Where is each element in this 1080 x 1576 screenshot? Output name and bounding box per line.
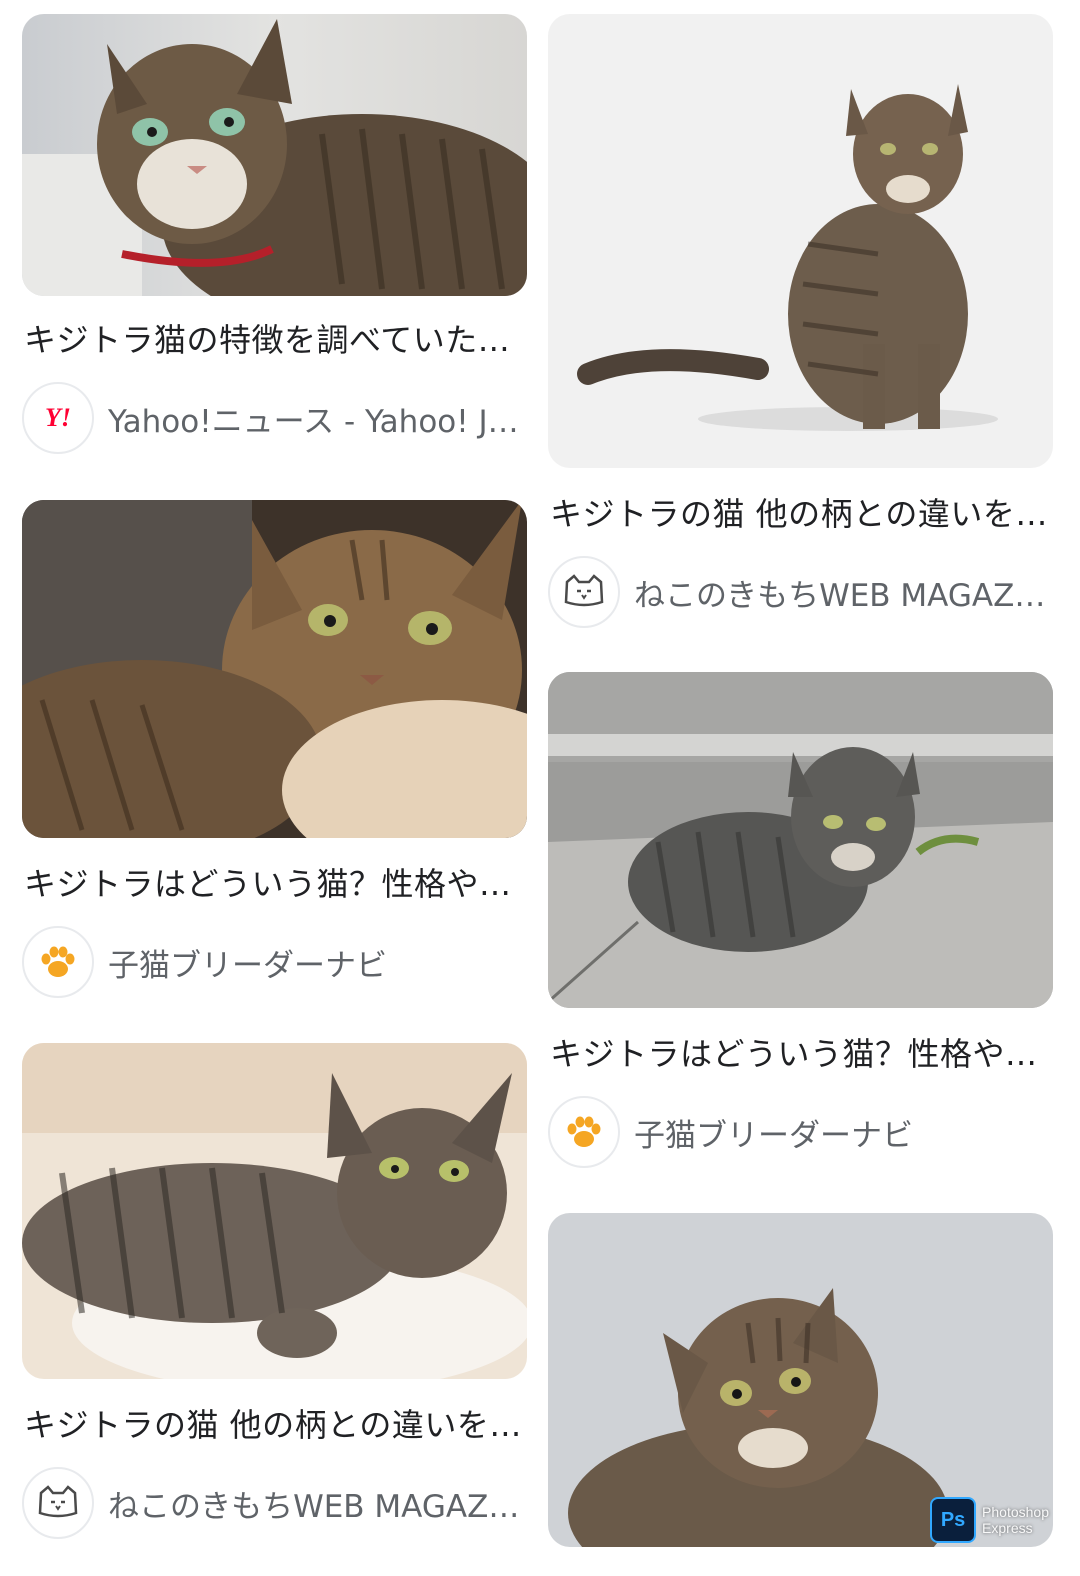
image-result-card[interactable]: キジトラの猫 他の柄との違いを… ねこのきもちWEB MAGAZI… xyxy=(22,1043,527,1539)
result-thumbnail[interactable] xyxy=(548,672,1053,1008)
result-title[interactable]: キジトラ猫の特徴を調べていた… xyxy=(24,320,524,360)
yahoo-icon: Y! xyxy=(22,382,94,454)
result-source[interactable]: Y! Yahoo!ニュース - Yahoo! J… xyxy=(22,380,527,456)
watermark-line-1: Photoshop xyxy=(982,1504,1049,1520)
watermark-text: Photoshop Express xyxy=(982,1504,1049,1536)
paw-icon xyxy=(548,1096,620,1168)
photoshop-logo: Ps xyxy=(930,1497,977,1543)
yahoo-logo-text: Y! xyxy=(45,403,71,432)
image-result-card[interactable]: キジトラの猫 他の柄との違いを… ねこのきもちWEB MAGAZI… xyxy=(548,14,1053,628)
image-result-card[interactable]: キジトラ猫の特徴を調べていた… Y! Yahoo!ニュース - Yahoo! J… xyxy=(22,14,527,454)
source-name: 子猫ブリーダーナビ xyxy=(634,1117,913,1154)
result-title[interactable]: キジトラはどういう猫？性格や… xyxy=(550,1034,1050,1074)
result-thumbnail[interactable] xyxy=(22,500,527,838)
image-result-card[interactable]: キジトラはどういう猫？性格や… 子猫ブリーダーナビ xyxy=(548,672,1053,1168)
result-source[interactable]: ねこのきもちWEB MAGAZI… xyxy=(22,1465,527,1541)
source-name: ねこのきもちWEB MAGAZI… xyxy=(634,577,1049,614)
source-name: Yahoo!ニュース - Yahoo! J… xyxy=(108,403,519,440)
source-name: ねこのきもちWEB MAGAZI… xyxy=(108,1488,523,1525)
result-source[interactable]: ねこのきもちWEB MAGAZI… xyxy=(548,554,1053,630)
cat-face-icon xyxy=(548,556,620,628)
result-title[interactable]: キジトラの猫 他の柄との違いを… xyxy=(24,1405,524,1445)
result-thumbnail[interactable] xyxy=(22,1043,527,1379)
result-thumbnail[interactable] xyxy=(548,14,1053,468)
watermark-line-2: Express xyxy=(982,1520,1033,1536)
image-result-card[interactable]: Ps Photoshop Express xyxy=(548,1213,1053,1547)
paw-icon xyxy=(22,926,94,998)
result-source[interactable]: 子猫ブリーダーナビ xyxy=(548,1094,1053,1170)
photoshop-express-watermark: Ps Photoshop Express xyxy=(930,1497,1049,1543)
result-title[interactable]: キジトラはどういう猫？性格や… xyxy=(24,864,524,904)
cat-face-icon xyxy=(22,1467,94,1539)
result-source[interactable]: 子猫ブリーダーナビ xyxy=(22,924,527,1000)
result-thumbnail[interactable] xyxy=(22,14,527,296)
source-name: 子猫ブリーダーナビ xyxy=(108,947,387,984)
image-result-card[interactable]: キジトラはどういう猫？性格や… 子猫ブリーダーナビ xyxy=(22,500,527,998)
result-title[interactable]: キジトラの猫 他の柄との違いを… xyxy=(550,494,1050,534)
result-thumbnail[interactable]: Ps Photoshop Express xyxy=(548,1213,1053,1547)
